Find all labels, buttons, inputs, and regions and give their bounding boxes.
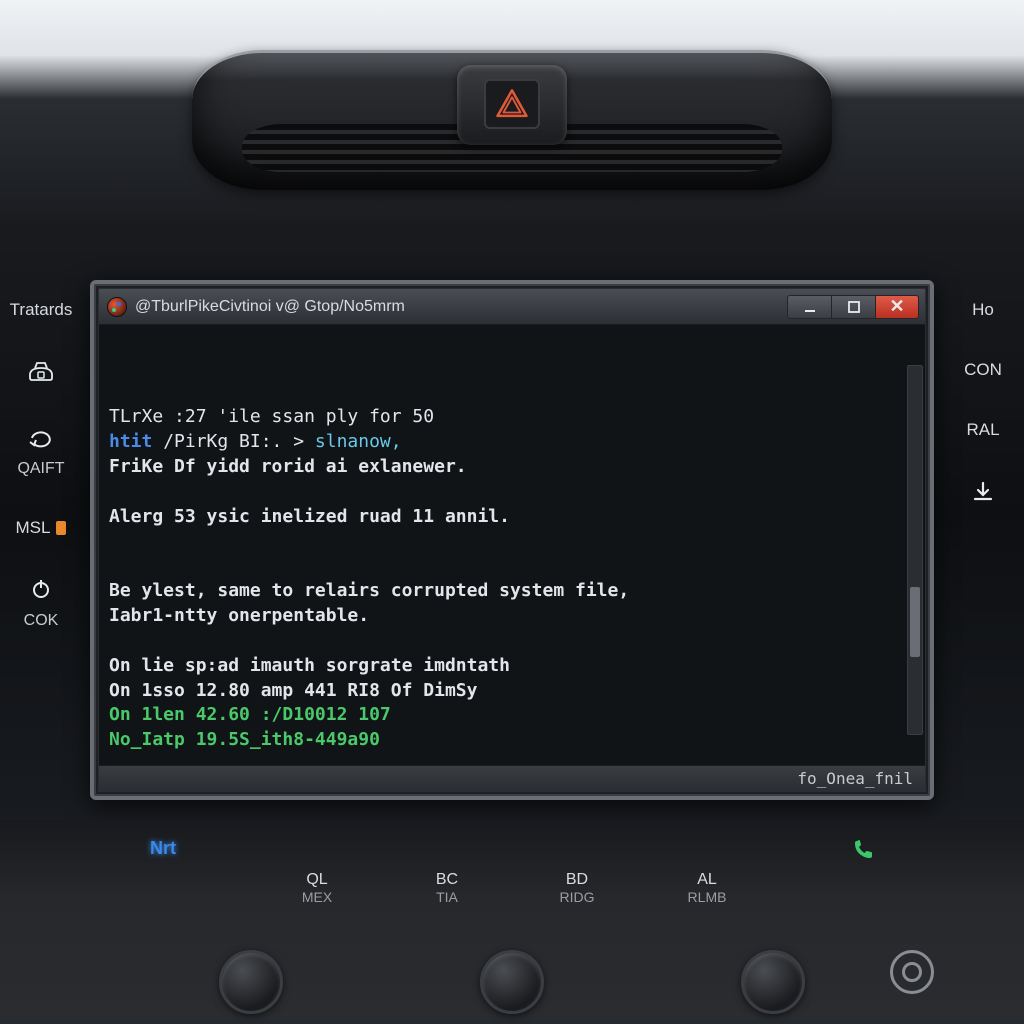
infotainment-screen: @TburlPikeCivtinoi v@ Gtop/No5mrm ✕ TLrX… xyxy=(90,280,934,800)
terminal-line: Iabr1-ntty onerpentable. xyxy=(109,604,915,629)
bezel-btn-tratards[interactable]: Tratards xyxy=(6,300,76,320)
dash-button-line2: RIDG xyxy=(542,889,612,906)
bezel-btn-ral[interactable]: RAL xyxy=(948,420,1018,440)
window-statusbar: fo_Onea_fnil xyxy=(99,765,925,791)
dash-button[interactable]: ALRLMB xyxy=(672,870,742,906)
dashboard-top-panel xyxy=(0,0,1024,220)
minimize-icon xyxy=(803,300,817,314)
maximize-button[interactable] xyxy=(831,295,875,319)
rotary-knob-right[interactable] xyxy=(741,950,805,1014)
bezel-left-column: Tratards QAIFT MSL COK xyxy=(0,300,90,630)
bezel-btn-download[interactable] xyxy=(948,480,1018,510)
status-text: fo_Onea_fnil xyxy=(797,769,913,788)
dash-button-line1: AL xyxy=(672,870,742,889)
power-icon xyxy=(30,578,52,606)
hazard-housing xyxy=(457,65,567,145)
bezel-btn-con[interactable]: CON xyxy=(948,360,1018,380)
bezel-btn-carlock[interactable] xyxy=(6,360,76,388)
terminal-line: On lie sp:ad imauth sorgrate imdntath xyxy=(109,654,915,679)
bezel-label: COK xyxy=(24,612,59,630)
dash-button-line2: RLMB xyxy=(672,889,742,906)
bezel-label: Ho xyxy=(972,300,994,320)
close-button[interactable]: ✕ xyxy=(875,295,919,319)
phone-led-icon xyxy=(852,838,874,866)
terminal-line: TLrXe :27 'ile ssan ply for 50 xyxy=(109,405,915,430)
terminal-line xyxy=(109,629,915,654)
car-lock-icon xyxy=(27,360,55,388)
bezel-right-column: Ho CON RAL xyxy=(934,300,1024,550)
terminal-line: Alerg 53 ysic inelized ruad 11 annil. xyxy=(109,505,915,530)
terminal-line: No_Iatp 19.5S_ith8-449a90 xyxy=(109,728,915,753)
download-icon xyxy=(971,480,995,510)
dash-button-line1: QL xyxy=(282,870,352,889)
dash-button-line1: BC xyxy=(412,870,482,889)
window-titlebar[interactable]: @TburlPikeCivtinoi v@ Gtop/No5mrm ✕ xyxy=(99,289,925,325)
bezel-label: QAIFT xyxy=(17,460,64,478)
dash-button-line2: TIA xyxy=(412,889,482,906)
dash-button[interactable]: QLMEX xyxy=(282,870,352,906)
dash-button[interactable]: BDRIDG xyxy=(542,870,612,906)
terminal-output[interactable]: TLrXe :27 'ile ssan ply for 50htit /PirK… xyxy=(99,325,925,765)
scrollbar[interactable] xyxy=(907,365,923,735)
bezel-btn-ho[interactable]: Ho xyxy=(948,300,1018,320)
bezel-label: CON xyxy=(964,360,1002,380)
bezel-label: RAL xyxy=(966,420,999,440)
terminal-line: FriKe Df yidd rorid ai exlanewer. xyxy=(109,455,915,480)
aux-dial-icon[interactable] xyxy=(890,950,934,994)
terminal-line xyxy=(109,530,915,555)
terminal-line: Be ylest, same to relairs corrupted syst… xyxy=(109,579,915,604)
bezel-btn-qaift[interactable]: QAIFT xyxy=(6,428,76,478)
led-indicator-left: Nrt xyxy=(150,838,176,866)
terminal-line: On 1sso 12.80 amp 441 RI8 Of DimSy xyxy=(109,679,915,704)
dash-button-line2: MEX xyxy=(282,889,352,906)
terminal-line xyxy=(109,554,915,579)
lower-button-row: QLMEX BCTIA BDRIDG ALRLMB xyxy=(282,870,742,906)
bezel-label: MSL xyxy=(16,518,51,538)
scrollbar-thumb[interactable] xyxy=(910,587,920,657)
dash-button[interactable]: BCTIA xyxy=(412,870,482,906)
dash-button-line1: BD xyxy=(542,870,612,889)
maximize-icon xyxy=(847,300,861,314)
terminal-line: htit /PirKg BI:. > slnanow, xyxy=(109,430,915,455)
terminal-line xyxy=(109,480,915,505)
rotary-knob-left[interactable] xyxy=(219,950,283,1014)
accent-indicator-icon xyxy=(56,521,66,535)
rotary-knob-center[interactable] xyxy=(480,950,544,1014)
close-icon: ✕ xyxy=(889,296,904,317)
hazard-triangle-icon xyxy=(495,87,529,121)
terminal-line: On 1len 42.60 :/D10012 107 xyxy=(109,703,915,728)
terminal-line xyxy=(109,753,915,765)
terminal-window: @TburlPikeCivtinoi v@ Gtop/No5mrm ✕ TLrX… xyxy=(98,288,926,792)
app-icon xyxy=(107,297,127,317)
bezel-btn-msl[interactable]: MSL xyxy=(6,518,76,538)
window-controls: ✕ xyxy=(787,295,919,319)
hazard-button[interactable] xyxy=(484,79,540,129)
air-vent xyxy=(192,50,832,190)
window-title: @TburlPikeCivtinoi v@ Gtop/No5mrm xyxy=(135,298,779,316)
lower-dash-panel: Nrt QLMEX BCTIA BDRIDG ALRLMB xyxy=(0,820,1024,1020)
loop-icon xyxy=(28,428,54,454)
bezel-btn-cok[interactable]: COK xyxy=(6,578,76,630)
minimize-button[interactable] xyxy=(787,295,831,319)
bezel-label: Tratards xyxy=(10,300,73,320)
